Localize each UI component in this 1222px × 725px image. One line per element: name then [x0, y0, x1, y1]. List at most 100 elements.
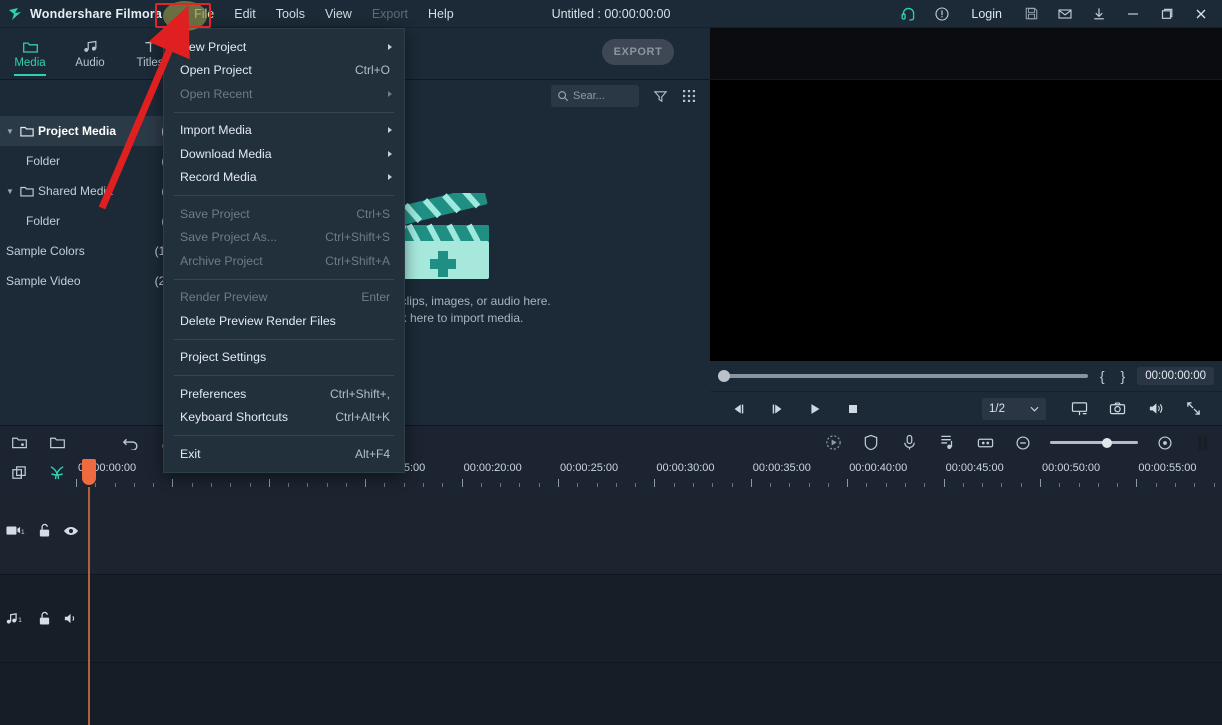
chevron-down-icon[interactable]: ▼ [6, 127, 20, 136]
video-track-visibility-icon[interactable] [63, 525, 79, 537]
media-tree: ▼ Project Media (0 Folder (0 ▼ S [0, 112, 180, 296]
menu-separator [174, 112, 394, 113]
file-menu-item-shortcut: Alt+F4 [355, 447, 390, 461]
file-menu-item-save-project-as: Save Project As...Ctrl+Shift+S [164, 226, 404, 250]
mask-button[interactable] [852, 426, 890, 460]
zoom-slider[interactable] [1050, 441, 1138, 444]
timeline-playhead[interactable] [88, 487, 90, 725]
file-menu-item-new-project[interactable]: New Project [164, 35, 404, 59]
audio-track-1-body[interactable] [88, 575, 1222, 662]
file-menu-item-delete-preview-render-files[interactable]: Delete Preview Render Files [164, 309, 404, 333]
tree-item-sample-video[interactable]: Sample Video (20 [0, 266, 180, 296]
title-bar: Wondershare Filmora File Edit Tools View… [0, 0, 1222, 28]
video-track-1[interactable]: 1 [0, 487, 1222, 575]
file-menu-item-shortcut: Ctrl+Shift+, [330, 387, 390, 401]
file-menu-item-label: Exit [180, 447, 355, 461]
file-menu-item-exit[interactable]: ExitAlt+F4 [164, 442, 404, 466]
voiceover-button[interactable] [890, 426, 928, 460]
playhead-handle[interactable] [82, 459, 96, 485]
tab-titles-label: Titles [136, 57, 163, 69]
preview-toolbar-spacer [710, 28, 1222, 79]
file-dropdown-menu[interactable]: New ProjectOpen ProjectCtrl+O Open Recent… [163, 28, 405, 473]
volume-button[interactable] [1136, 392, 1174, 426]
marker-button[interactable] [966, 426, 1004, 460]
playback-quality-select[interactable]: 1/2 [982, 398, 1046, 420]
export-button[interactable]: EXPORT [602, 39, 674, 65]
ruler-label: 00:00:55:00 [1138, 462, 1196, 474]
ruler-major-tick [269, 479, 270, 487]
preview-timecode: 00:00:00:00 [1137, 367, 1214, 385]
file-menu-item-label: Save Project [180, 207, 356, 221]
mark-out-button[interactable]: } [1117, 368, 1130, 384]
file-menu-item-download-media[interactable]: Download Media [164, 142, 404, 166]
fullscreen-button[interactable] [1174, 392, 1212, 426]
file-menu-item-import-media[interactable]: Import Media [164, 119, 404, 143]
tree-item-project-media[interactable]: ▼ Project Media (0 [0, 116, 180, 146]
zoom-slider-handle[interactable] [1102, 438, 1112, 448]
zoom-out-button[interactable] [1004, 426, 1042, 460]
timeline-tracks: 1 1 [0, 487, 1222, 725]
file-menu-item-keyboard-shortcuts[interactable]: Keyboard ShortcutsCtrl+Alt+K [164, 406, 404, 430]
video-track-1-header: 1 [0, 487, 88, 574]
undo-button[interactable] [112, 426, 150, 460]
import-folder-button[interactable] [0, 426, 38, 460]
link-button[interactable] [38, 456, 76, 490]
scrubber-handle[interactable] [718, 370, 730, 382]
folder-icon [20, 125, 38, 137]
play-button[interactable] [796, 392, 834, 426]
file-menu-item-record-media[interactable]: Record Media [164, 166, 404, 190]
speed-button[interactable] [814, 426, 852, 460]
ruler-major-tick [944, 479, 945, 487]
file-menu-item-label: Open Recent [180, 87, 390, 101]
file-menu-item-shortcut: Enter [361, 290, 390, 304]
tree-item-sample-colors[interactable]: Sample Colors (15 [0, 236, 180, 266]
preview-scrubber[interactable] [718, 374, 1088, 378]
tree-item-project-folder[interactable]: Folder (0 [0, 146, 180, 176]
menu-separator [174, 279, 394, 280]
screen-mode-button[interactable] [1060, 392, 1098, 426]
audio-track-1[interactable]: 1 [0, 575, 1222, 663]
ruler-major-tick [654, 479, 655, 487]
chevron-down-icon[interactable]: ▼ [6, 187, 20, 196]
audio-mixer-button[interactable] [928, 426, 966, 460]
new-folder-button[interactable] [38, 426, 76, 460]
chevron-right-icon [388, 91, 392, 97]
file-menu-item-label: Project Settings [180, 350, 390, 364]
file-menu-item-label: Render Preview [180, 290, 361, 304]
file-menu-item-label: Download Media [180, 147, 390, 161]
tab-media[interactable]: Media [0, 28, 60, 80]
video-track-icon: 1 [6, 525, 26, 537]
file-menu-item-label: Keyboard Shortcuts [180, 410, 335, 424]
tree-item-shared-media[interactable]: ▼ Shared Media (5 [0, 176, 180, 206]
tree-item-shared-folder[interactable]: Folder (5 [0, 206, 180, 236]
video-track-1-body[interactable] [88, 487, 1222, 574]
mark-in-button[interactable]: { [1096, 368, 1109, 384]
prev-frame-button[interactable] [720, 392, 758, 426]
file-menu-item-label: Record Media [180, 170, 390, 184]
chevron-right-icon [388, 44, 392, 50]
next-frame-button[interactable] [758, 392, 796, 426]
audio-track-mute-icon[interactable] [63, 612, 79, 625]
chevron-down-icon [1030, 406, 1039, 412]
tab-audio[interactable]: Audio [60, 28, 120, 80]
menu-separator [174, 339, 394, 340]
file-menu-item-open-project[interactable]: Open ProjectCtrl+O [164, 59, 404, 83]
zoom-in-button[interactable] [1146, 426, 1184, 460]
clapperboard-icon [391, 193, 499, 285]
crop-button[interactable] [0, 456, 38, 490]
tab-media-label: Media [14, 57, 45, 69]
stop-button[interactable] [834, 392, 872, 426]
file-menu-item-preferences[interactable]: PreferencesCtrl+Shift+, [164, 382, 404, 406]
library-sidebar: ▼ Project Media (0 Folder (0 ▼ S [0, 80, 180, 425]
preview-canvas[interactable] [710, 80, 1222, 361]
audio-track-lock-icon[interactable] [38, 611, 51, 626]
file-menu-item-label: Import Media [180, 123, 390, 137]
timeline-empty-area[interactable] [0, 663, 1222, 725]
file-menu-item-open-recent: Open Recent [164, 82, 404, 106]
file-menu-item-label: Open Project [180, 63, 355, 77]
ruler-label: 00:00:40:00 [849, 462, 907, 474]
fit-timeline-button[interactable] [1184, 426, 1222, 460]
video-track-lock-icon[interactable] [38, 523, 51, 538]
file-menu-item-project-settings[interactable]: Project Settings [164, 346, 404, 370]
snapshot-button[interactable] [1098, 392, 1136, 426]
